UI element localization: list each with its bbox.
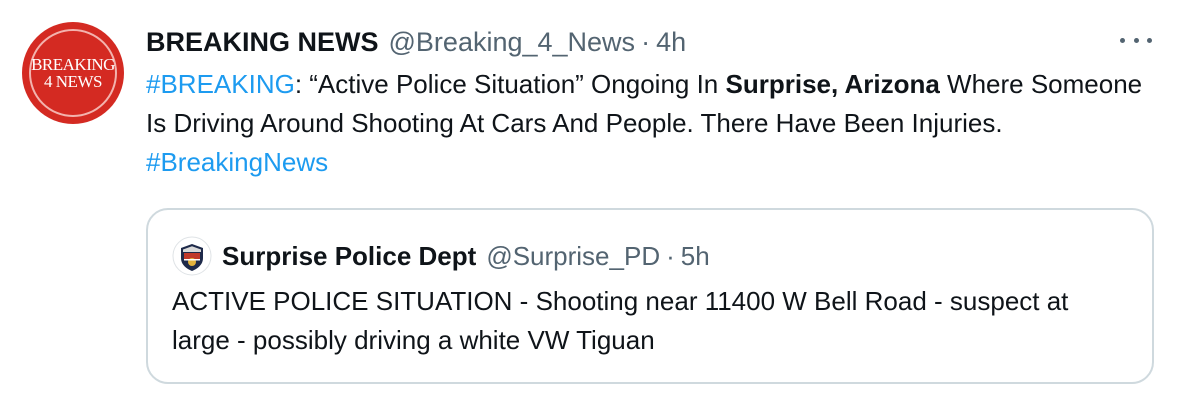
avatar-ring: BREAKING 4 NEWS bbox=[29, 29, 117, 117]
separator-dot: · bbox=[641, 26, 651, 57]
more-horizontal-icon[interactable] bbox=[1120, 28, 1152, 52]
more-dot bbox=[1147, 37, 1152, 43]
quoted-display-name[interactable]: Surprise Police Dept bbox=[222, 241, 476, 272]
display-name[interactable]: BREAKING NEWS bbox=[146, 27, 379, 58]
quoted-separator-dot: · bbox=[666, 240, 675, 271]
hashtag-breakingnews-link[interactable]: #BreakingNews bbox=[146, 147, 328, 177]
quoted-tweet-header: Surprise Police Dept @Surprise_PD · 5h bbox=[172, 236, 710, 276]
quoted-tweet-text: ACTIVE POLICE SITUATION - Shooting near … bbox=[172, 286, 1069, 355]
tweet-text-part1: : “Active Police Situation” Ongoing In bbox=[294, 69, 726, 99]
police-badge-icon[interactable] bbox=[172, 236, 212, 276]
more-dot bbox=[1120, 37, 1125, 43]
breaking-news-avatar[interactable]: BREAKING 4 NEWS bbox=[22, 22, 124, 124]
tweet-text: #BREAKING: “Active Police Situation” Ong… bbox=[146, 65, 1146, 182]
timestamp[interactable]: 4h bbox=[656, 27, 686, 58]
user-handle[interactable]: @Breaking_4_News bbox=[389, 27, 636, 58]
hashtag-breaking-link[interactable]: #BREAKING bbox=[146, 69, 295, 99]
more-dot bbox=[1133, 37, 1139, 43]
tweet-header: BREAKING NEWS @Breaking_4_News · 4h bbox=[146, 22, 686, 62]
quoted-timestamp[interactable]: 5h bbox=[681, 241, 710, 272]
tweet-text-location: Surprise, Arizona bbox=[725, 69, 940, 99]
avatar-text-line1: BREAKING bbox=[31, 55, 115, 74]
quoted-tweet[interactable]: Surprise Police Dept @Surprise_PD · 5h A… bbox=[146, 208, 1154, 384]
avatar-text-line2: 4 NEWS bbox=[44, 72, 102, 91]
quoted-user-handle[interactable]: @Surprise_PD bbox=[486, 241, 660, 272]
